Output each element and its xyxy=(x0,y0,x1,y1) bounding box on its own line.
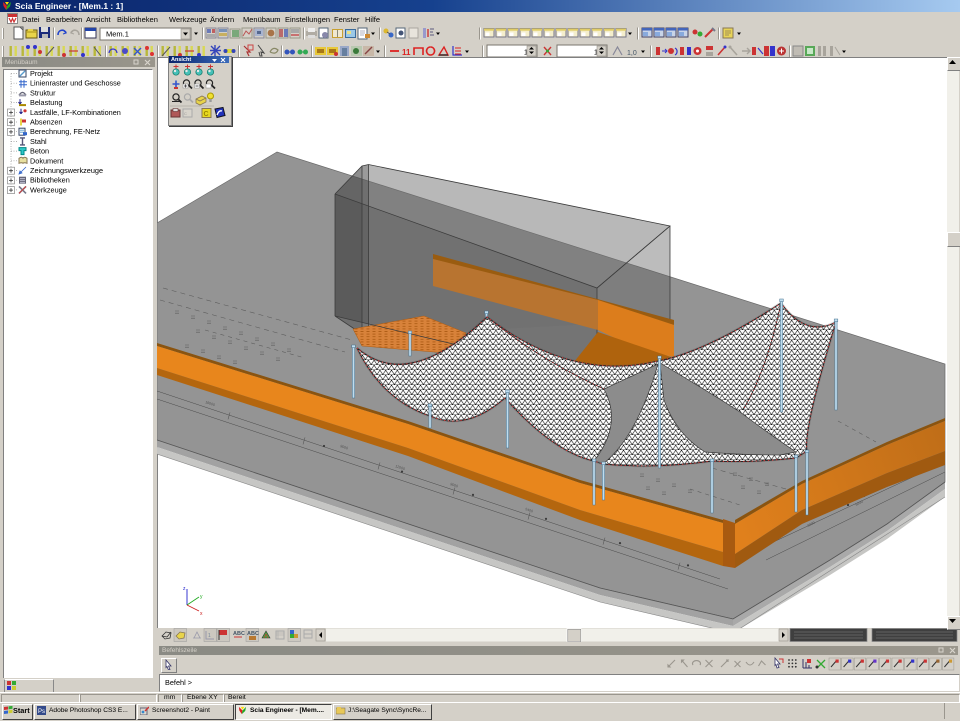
svg-text:Belastung: Belastung xyxy=(30,98,62,107)
svg-text:Stahl: Stahl xyxy=(30,137,47,146)
svg-text:Struktur: Struktur xyxy=(30,88,56,97)
svg-text:Bibliotheken: Bibliotheken xyxy=(30,176,70,185)
svg-text:11: 11 xyxy=(402,48,411,57)
svg-text:ABC: ABC xyxy=(233,631,245,637)
svg-text:Werkzeuge: Werkzeuge xyxy=(30,185,67,194)
svg-text:Projekt: Projekt xyxy=(30,69,53,78)
svg-text:1,0: 1,0 xyxy=(627,50,637,57)
svg-text:Dokument: Dokument xyxy=(30,156,63,165)
svg-text:Linienraster und Geschosse: Linienraster und Geschosse xyxy=(30,79,121,88)
svg-text:1: 1 xyxy=(208,633,211,639)
svg-text:Beton: Beton xyxy=(30,147,49,156)
svg-text:Mem.1: Mem.1 xyxy=(106,30,129,39)
svg-text:z: z xyxy=(183,586,186,592)
svg-text:x: x xyxy=(200,611,203,617)
svg-text:Ps: Ps xyxy=(38,709,45,715)
svg-text:Zeichnungswerkzeuge: Zeichnungswerkzeuge xyxy=(30,166,103,175)
svg-text:y: y xyxy=(200,594,203,600)
svg-text:Lastfälle, LF-Kombinationen: Lastfälle, LF-Kombinationen xyxy=(30,108,121,117)
svg-text:C: C xyxy=(184,111,187,116)
svg-text:Absenzen: Absenzen xyxy=(30,118,62,127)
svg-text:Berechnung, FE-Netz: Berechnung, FE-Netz xyxy=(30,127,101,136)
svg-text:C: C xyxy=(204,111,209,118)
